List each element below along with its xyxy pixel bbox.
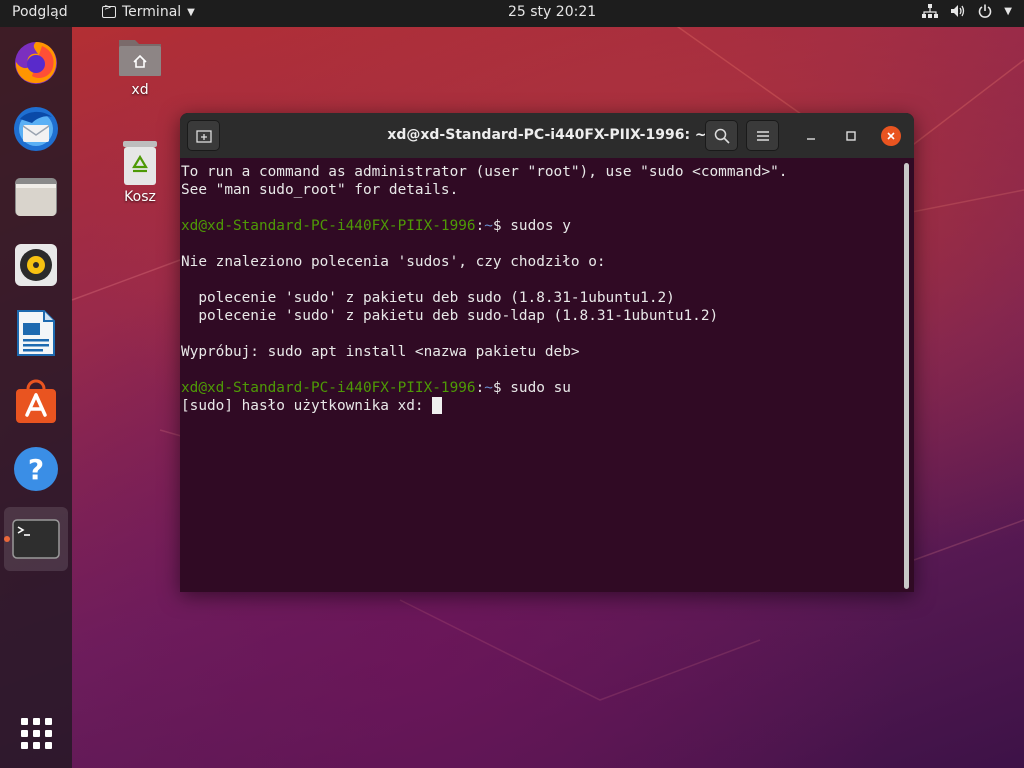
dock-item-help[interactable]: ? xyxy=(10,443,62,495)
help-icon: ? xyxy=(14,447,58,491)
maximize-icon xyxy=(846,131,856,141)
terminal-line: See "man sudo_root" for details. xyxy=(181,182,459,198)
power-icon xyxy=(979,4,992,18)
dock-item-thunderbird[interactable] xyxy=(10,103,62,155)
prompt-separator: : xyxy=(475,380,485,396)
clock[interactable]: 25 sty 20:21 xyxy=(508,4,596,20)
rhythmbox-icon xyxy=(15,244,57,286)
trash-icon xyxy=(123,141,157,185)
terminal-output[interactable]: To run a command as administrator (user … xyxy=(181,163,901,588)
close-icon xyxy=(887,132,895,140)
app-menu-label: Terminal xyxy=(122,4,182,20)
prompt-user: xd@xd-Standard-PC-i440FX-PIIX-1996 xyxy=(181,218,476,234)
thunderbird-icon xyxy=(14,107,58,151)
chevron-down-icon: ▼ xyxy=(187,6,195,18)
prompt-command: $ sudos y xyxy=(492,218,571,234)
desktop-icon-home[interactable]: xd xyxy=(110,36,170,98)
writer-icon xyxy=(17,310,55,356)
text-cursor xyxy=(432,397,443,414)
volume-icon xyxy=(951,5,965,17)
menu-button[interactable] xyxy=(746,120,779,151)
dock-item-terminal[interactable] xyxy=(4,507,68,571)
dock-item-firefox[interactable] xyxy=(10,36,62,88)
dock-item-software[interactable] xyxy=(10,375,62,427)
firefox-icon xyxy=(15,42,57,84)
terminal-icon xyxy=(102,3,116,18)
terminal-line: To run a command as administrator (user … xyxy=(181,164,788,180)
terminal-window[interactable]: xd@xd-Standard-PC-i440FX-PIIX-1996: ~ To… xyxy=(180,113,914,592)
dock: ? xyxy=(0,27,72,768)
system-tray[interactable]: ▼ xyxy=(922,4,1012,18)
prompt-path: ~ xyxy=(484,380,493,396)
search-button[interactable] xyxy=(705,120,738,151)
prompt-user: xd@xd-Standard-PC-i440FX-PIIX-1996 xyxy=(181,380,476,396)
terminal-line: [sudo] hasło użytkownika xd: xyxy=(181,397,901,415)
password-prompt: [sudo] hasło użytkownika xd: xyxy=(181,398,433,414)
hamburger-menu-icon xyxy=(756,130,769,141)
prompt-path: ~ xyxy=(484,218,493,234)
maximize-button[interactable] xyxy=(841,126,861,146)
top-bar: Podgląd Terminal ▼ 25 sty 20:21 ▼ xyxy=(0,0,1024,27)
chevron-down-icon: ▼ xyxy=(1004,5,1012,17)
terminal-line: Wypróbuj: sudo apt install <nazwa pakiet… xyxy=(181,344,580,360)
home-folder-icon xyxy=(119,40,161,76)
minimize-button[interactable] xyxy=(801,126,821,146)
show-applications-button[interactable] xyxy=(10,707,62,759)
terminal-line: Nie znaleziono polecenia 'sudos', czy ch… xyxy=(181,254,606,270)
desktop-icon-label: xd xyxy=(131,82,149,98)
terminal-line: xd@xd-Standard-PC-i440FX-PIIX-1996:~$ su… xyxy=(181,379,901,397)
app-grid-icon xyxy=(20,717,52,749)
search-icon xyxy=(714,128,730,144)
terminal-line: xd@xd-Standard-PC-i440FX-PIIX-1996:~$ su… xyxy=(181,217,901,235)
dock-item-writer[interactable] xyxy=(10,307,62,359)
desktop-icon-label: Kosz xyxy=(124,189,156,205)
dock-item-rhythmbox[interactable] xyxy=(10,239,62,291)
svg-text:?: ? xyxy=(28,453,44,486)
prompt-separator: : xyxy=(475,218,485,234)
activities-button[interactable]: Podgląd xyxy=(12,4,68,20)
software-icon xyxy=(16,379,56,423)
terminal-icon xyxy=(12,519,60,559)
files-icon xyxy=(15,178,57,216)
prompt-command: $ sudo su xyxy=(492,380,571,396)
scrollbar[interactable] xyxy=(904,163,909,589)
terminal-line: polecenie 'sudo' z pakietu deb sudo-ldap… xyxy=(181,308,719,324)
desktop-icon-trash[interactable]: Kosz xyxy=(110,141,170,205)
network-icon xyxy=(922,4,939,18)
dock-item-files[interactable] xyxy=(10,171,62,223)
terminal-line: polecenie 'sudo' z pakietu deb sudo (1.8… xyxy=(181,290,675,306)
close-button[interactable] xyxy=(881,126,901,146)
window-titlebar[interactable]: xd@xd-Standard-PC-i440FX-PIIX-1996: ~ xyxy=(180,113,914,158)
app-menu[interactable]: Terminal ▼ xyxy=(102,3,195,20)
minimize-icon xyxy=(807,138,815,140)
